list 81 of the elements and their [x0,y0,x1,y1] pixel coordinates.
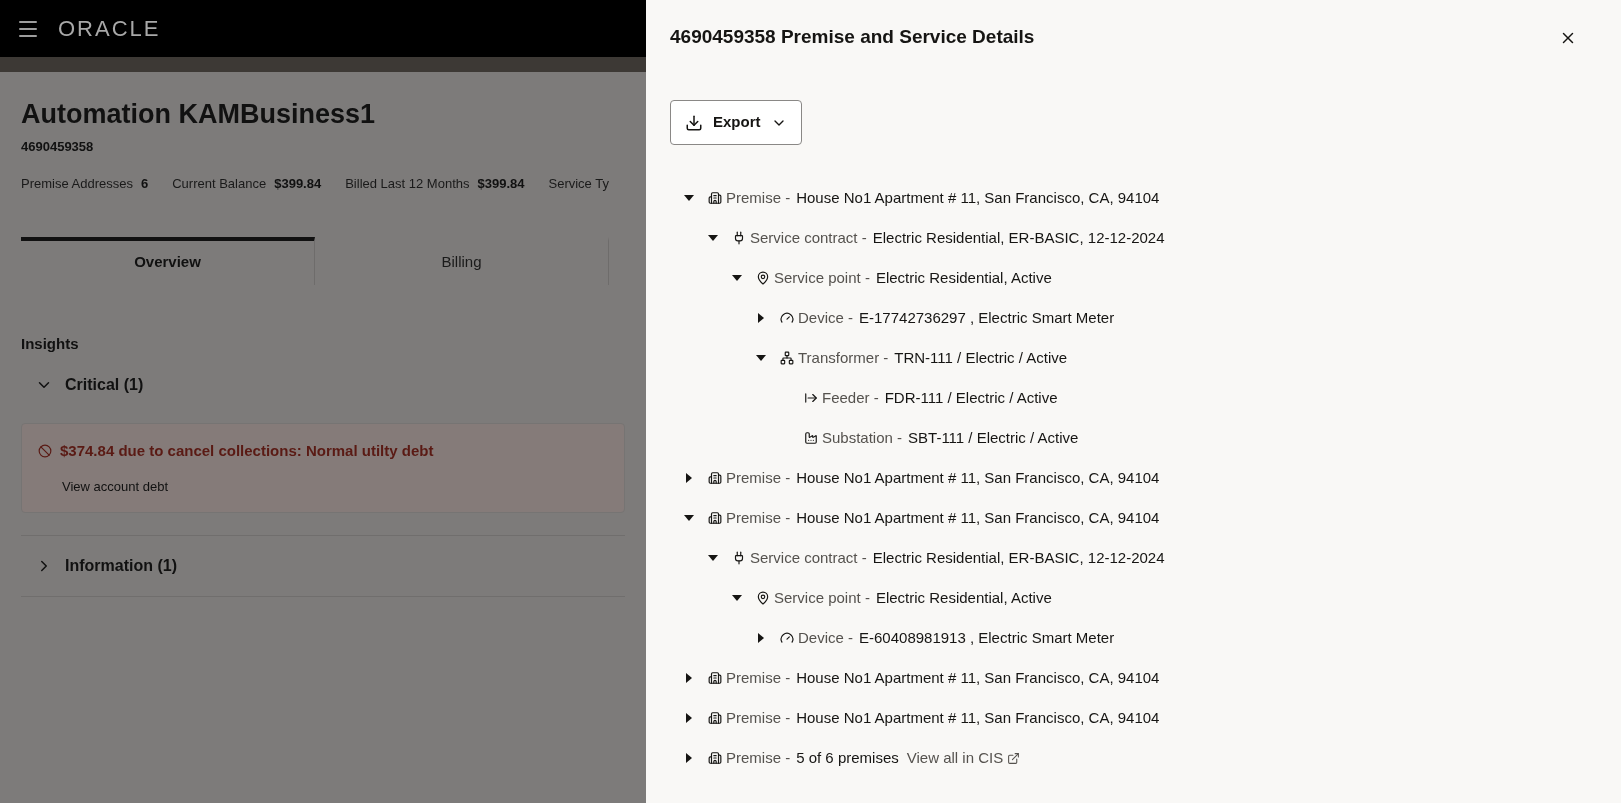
oracle-logo: ORACLE [58,15,161,43]
caret-icon[interactable] [732,593,742,603]
node-label: Premise - [726,507,791,528]
caret-icon[interactable] [756,353,766,363]
arrow-out-icon [804,391,818,405]
node-value: House No1 Apartment # 11, San Francisco, CA, 94104 [796,187,1160,208]
node-label: Substation - [822,427,903,448]
caret-icon[interactable] [684,193,694,203]
caret-icon[interactable] [732,273,742,283]
building-icon [708,471,722,485]
node-value: FDR-111 / Electric / Active [884,387,1058,408]
view-debt-link[interactable]: View account debt [62,476,608,496]
tab[interactable]: Overview [21,236,315,285]
stat-label: Current Balance [172,175,267,193]
node-value: 5 of 6 premises [796,747,899,768]
map-pin-icon [756,271,770,285]
tab[interactable]: Billing [315,236,609,285]
node-label: Service contract - [750,227,867,248]
node-value: Electric Residential, ER-BASIC, 12-12-2024 [872,547,1165,568]
group-toggle[interactable]: Critical (1) [21,355,625,415]
building-icon [708,511,722,525]
node-value: House No1 Apartment # 11, San Francisco, CA, 94104 [796,507,1160,528]
node-label: Premise - [726,747,791,768]
caret-icon[interactable] [708,233,718,243]
building-icon [708,671,722,685]
drawer-title: 4690459358 Premise and Service Details [670,25,1035,50]
caret-icon[interactable] [684,713,694,723]
plug-icon [732,551,746,565]
error-icon [38,444,52,459]
node-value: House No1 Apartment # 11, San Francisco, CA, 94104 [796,707,1160,728]
node-value: House No1 Apartment # 11, San Francisco, CA, 94104 [796,667,1160,688]
factory-icon [804,431,818,445]
node-value: SBT-111 / Electric / Active [908,427,1079,448]
node-label: Premise - [726,187,791,208]
external-link-icon [1007,751,1021,765]
group-toggle[interactable]: Information (1) [21,536,625,596]
stat-label: Service Ty [548,175,609,193]
gauge-icon [780,311,794,325]
gauge-icon [780,631,794,645]
node-label: Transformer - [798,347,889,368]
stat-label: Premise Addresses [21,175,133,193]
node-label: Premise - [726,707,791,728]
node-value: Electric Residential, Active [875,587,1052,608]
node-value: TRN-111 / Electric / Active [894,347,1068,368]
network-icon [780,351,794,365]
map-pin-icon [756,591,770,605]
view-all-link[interactable]: View all in CIS [906,746,1021,770]
export-button[interactable]: Export [670,100,802,145]
stat-value: $399.84 [274,175,322,193]
download-icon [685,113,703,132]
node-value: E-60408981913 , Electric Smart Meter [859,627,1115,648]
building-icon [708,711,722,725]
account-name: Automation KAMBusiness1 [21,98,377,131]
node-label: Service contract - [750,547,867,568]
stat-label: Billed Last 12 Months [345,175,470,193]
insights-heading: Insights [21,333,80,354]
alert-message: $374.84 due to cancel collections: Normal utilty debt [60,441,434,461]
stat-value: $399.84 [477,175,525,193]
caret-icon[interactable] [756,633,766,643]
node-label: Device - [798,627,853,648]
building-icon [708,751,722,765]
node-label: Premise - [726,667,791,688]
caret-icon[interactable] [684,753,694,763]
node-label: Service point - [774,587,870,608]
caret-icon[interactable] [684,473,694,483]
caret-icon[interactable] [708,553,718,563]
account-number: 4690459358 [21,137,95,156]
plug-icon [732,231,746,245]
caret-icon[interactable] [684,513,694,523]
node-label: Device - [798,307,853,328]
caret-icon[interactable] [756,313,766,323]
node-value: Electric Residential, ER-BASIC, 12-12-2024 [872,227,1165,248]
node-label: Service point - [774,267,870,288]
caret-icon[interactable] [684,673,694,683]
node-label: Premise - [726,467,791,488]
node-value: House No1 Apartment # 11, San Francisco, CA, 94104 [796,467,1160,488]
building-icon [708,191,722,205]
node-value: E-17742736297 , Electric Smart Meter [859,307,1115,328]
node-label: Feeder - [822,387,879,408]
stat-value: 6 [141,175,149,193]
node-value: Electric Residential, Active [875,267,1052,288]
